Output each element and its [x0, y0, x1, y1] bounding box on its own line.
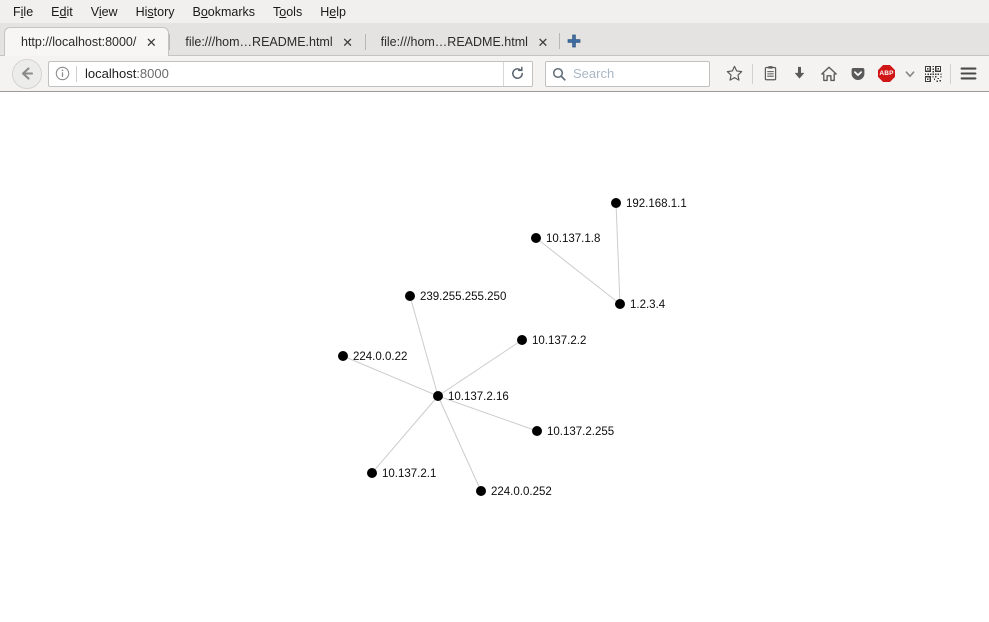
reload-button[interactable]: [503, 61, 530, 86]
url-text[interactable]: localhost:8000: [77, 66, 503, 81]
page-content: 192.168.1.1 10.137.1.8 1.2.3.4 239.255.255.…: [0, 92, 989, 622]
toolbar-divider-2: [950, 63, 951, 84]
chevron-down-icon: [905, 70, 914, 77]
library-button[interactable]: [756, 60, 785, 88]
graph-node-label: 239.255.255.250: [420, 291, 506, 303]
graph-edge: [437, 339, 523, 397]
graph-edge: [409, 295, 439, 397]
menu-item-help[interactable]: Help: [311, 2, 355, 22]
graph-node-label: 224.0.0.22: [353, 351, 407, 363]
download-arrow-icon: [794, 66, 805, 79]
graph-node-label: 192.168.1.1: [626, 198, 687, 210]
toolbar-divider: [752, 63, 753, 84]
pocket-shield-icon: [851, 67, 864, 80]
downloads-button[interactable]: [785, 60, 814, 88]
navigation-toolbar: localhost:8000 Search ABP: [0, 56, 989, 92]
menu-item-view[interactable]: View: [82, 2, 127, 22]
graph-node[interactable]: [338, 351, 348, 361]
tab-close-icon[interactable]: ✕: [144, 36, 158, 49]
graph-edge: [615, 202, 621, 305]
graph-node[interactable]: [433, 391, 443, 401]
graph-nodes: 192.168.1.1 10.137.1.8 1.2.3.4 239.255.255.…: [338, 198, 687, 498]
bookmark-star-button[interactable]: [720, 60, 749, 88]
graph-node[interactable]: [476, 486, 486, 496]
reload-icon: [511, 66, 523, 79]
graph-node[interactable]: [532, 426, 542, 436]
toolbar-buttons: ABP: [720, 60, 983, 88]
graph-node-label: 10.137.2.255: [547, 426, 614, 438]
back-arrow-icon: [21, 67, 33, 80]
adblock-plus-button[interactable]: ABP: [872, 60, 901, 88]
graph-node[interactable]: [405, 291, 415, 301]
menu-item-edit[interactable]: Edit: [42, 2, 82, 22]
graph-node[interactable]: [517, 335, 527, 345]
graph-node[interactable]: [367, 468, 377, 478]
graph-edge: [437, 395, 482, 492]
abp-badge: ABP: [878, 65, 895, 82]
graph-node[interactable]: [615, 299, 625, 309]
graph-node[interactable]: [531, 233, 541, 243]
browser-tab-0[interactable]: http://localhost:8000/ ✕: [4, 27, 170, 56]
graph-node-label: 224.0.0.252: [491, 486, 552, 498]
graph-node-label: 10.137.2.16: [448, 391, 509, 403]
search-icon: [552, 67, 566, 81]
network-graph[interactable]: 192.168.1.1 10.137.1.8 1.2.3.4 239.255.255.…: [0, 92, 989, 621]
graph-edges: [342, 202, 621, 492]
menu-item-file[interactable]: File: [4, 2, 42, 22]
adblock-dropdown-button[interactable]: [901, 60, 918, 88]
graph-edge: [371, 395, 439, 474]
graph-node-label: 10.137.2.1: [382, 468, 436, 480]
hamburger-menu-button[interactable]: [954, 60, 983, 88]
browser-tab-1[interactable]: file:///hom…README.html ✕: [169, 28, 364, 56]
star-icon: [726, 65, 743, 81]
graph-node-label: 10.137.2.2: [532, 335, 586, 347]
search-bar[interactable]: Search: [545, 60, 710, 87]
tab-close-icon[interactable]: ✕: [536, 36, 550, 49]
back-button[interactable]: [12, 58, 42, 89]
new-tab-button[interactable]: [558, 27, 588, 55]
url-bar[interactable]: localhost:8000: [48, 60, 533, 87]
pocket-button[interactable]: [843, 60, 872, 88]
plus-icon: [567, 34, 581, 48]
graph-edge: [535, 237, 621, 305]
tab-strip: http://localhost:8000/✕ file:///hom…READM…: [0, 23, 989, 56]
qr-code-icon: [924, 65, 942, 82]
home-icon: [820, 66, 837, 81]
tab-close-icon[interactable]: ✕: [341, 36, 355, 49]
tab-label: http://localhost:8000/: [21, 35, 137, 49]
qr-code-button[interactable]: [918, 60, 947, 88]
graph-node[interactable]: [611, 198, 621, 208]
graph-node-label: 10.137.1.8: [546, 233, 600, 245]
browser-window: File Edit View History Bookmarks Tools Help ht…: [0, 0, 989, 622]
menu-item-history[interactable]: History: [127, 2, 184, 22]
menu-item-tools[interactable]: Tools: [264, 2, 311, 22]
home-button[interactable]: [814, 60, 843, 88]
tab-label: file:///hom…README.html: [380, 35, 528, 49]
url-port: :8000: [136, 66, 169, 81]
url-host: localhost: [85, 66, 137, 81]
menu-bar: File Edit View History Bookmarks Tools Help: [0, 0, 989, 23]
tab-label: file:///hom…README.html: [185, 35, 333, 49]
info-icon[interactable]: [55, 66, 70, 81]
search-placeholder: Search: [573, 66, 615, 81]
menu-item-bookmarks[interactable]: Bookmarks: [184, 2, 265, 22]
library-icon: [764, 66, 777, 81]
hamburger-icon: [960, 67, 977, 80]
graph-node-label: 1.2.3.4: [630, 299, 666, 311]
browser-tab-2[interactable]: file:///hom…README.html ✕: [364, 28, 560, 56]
